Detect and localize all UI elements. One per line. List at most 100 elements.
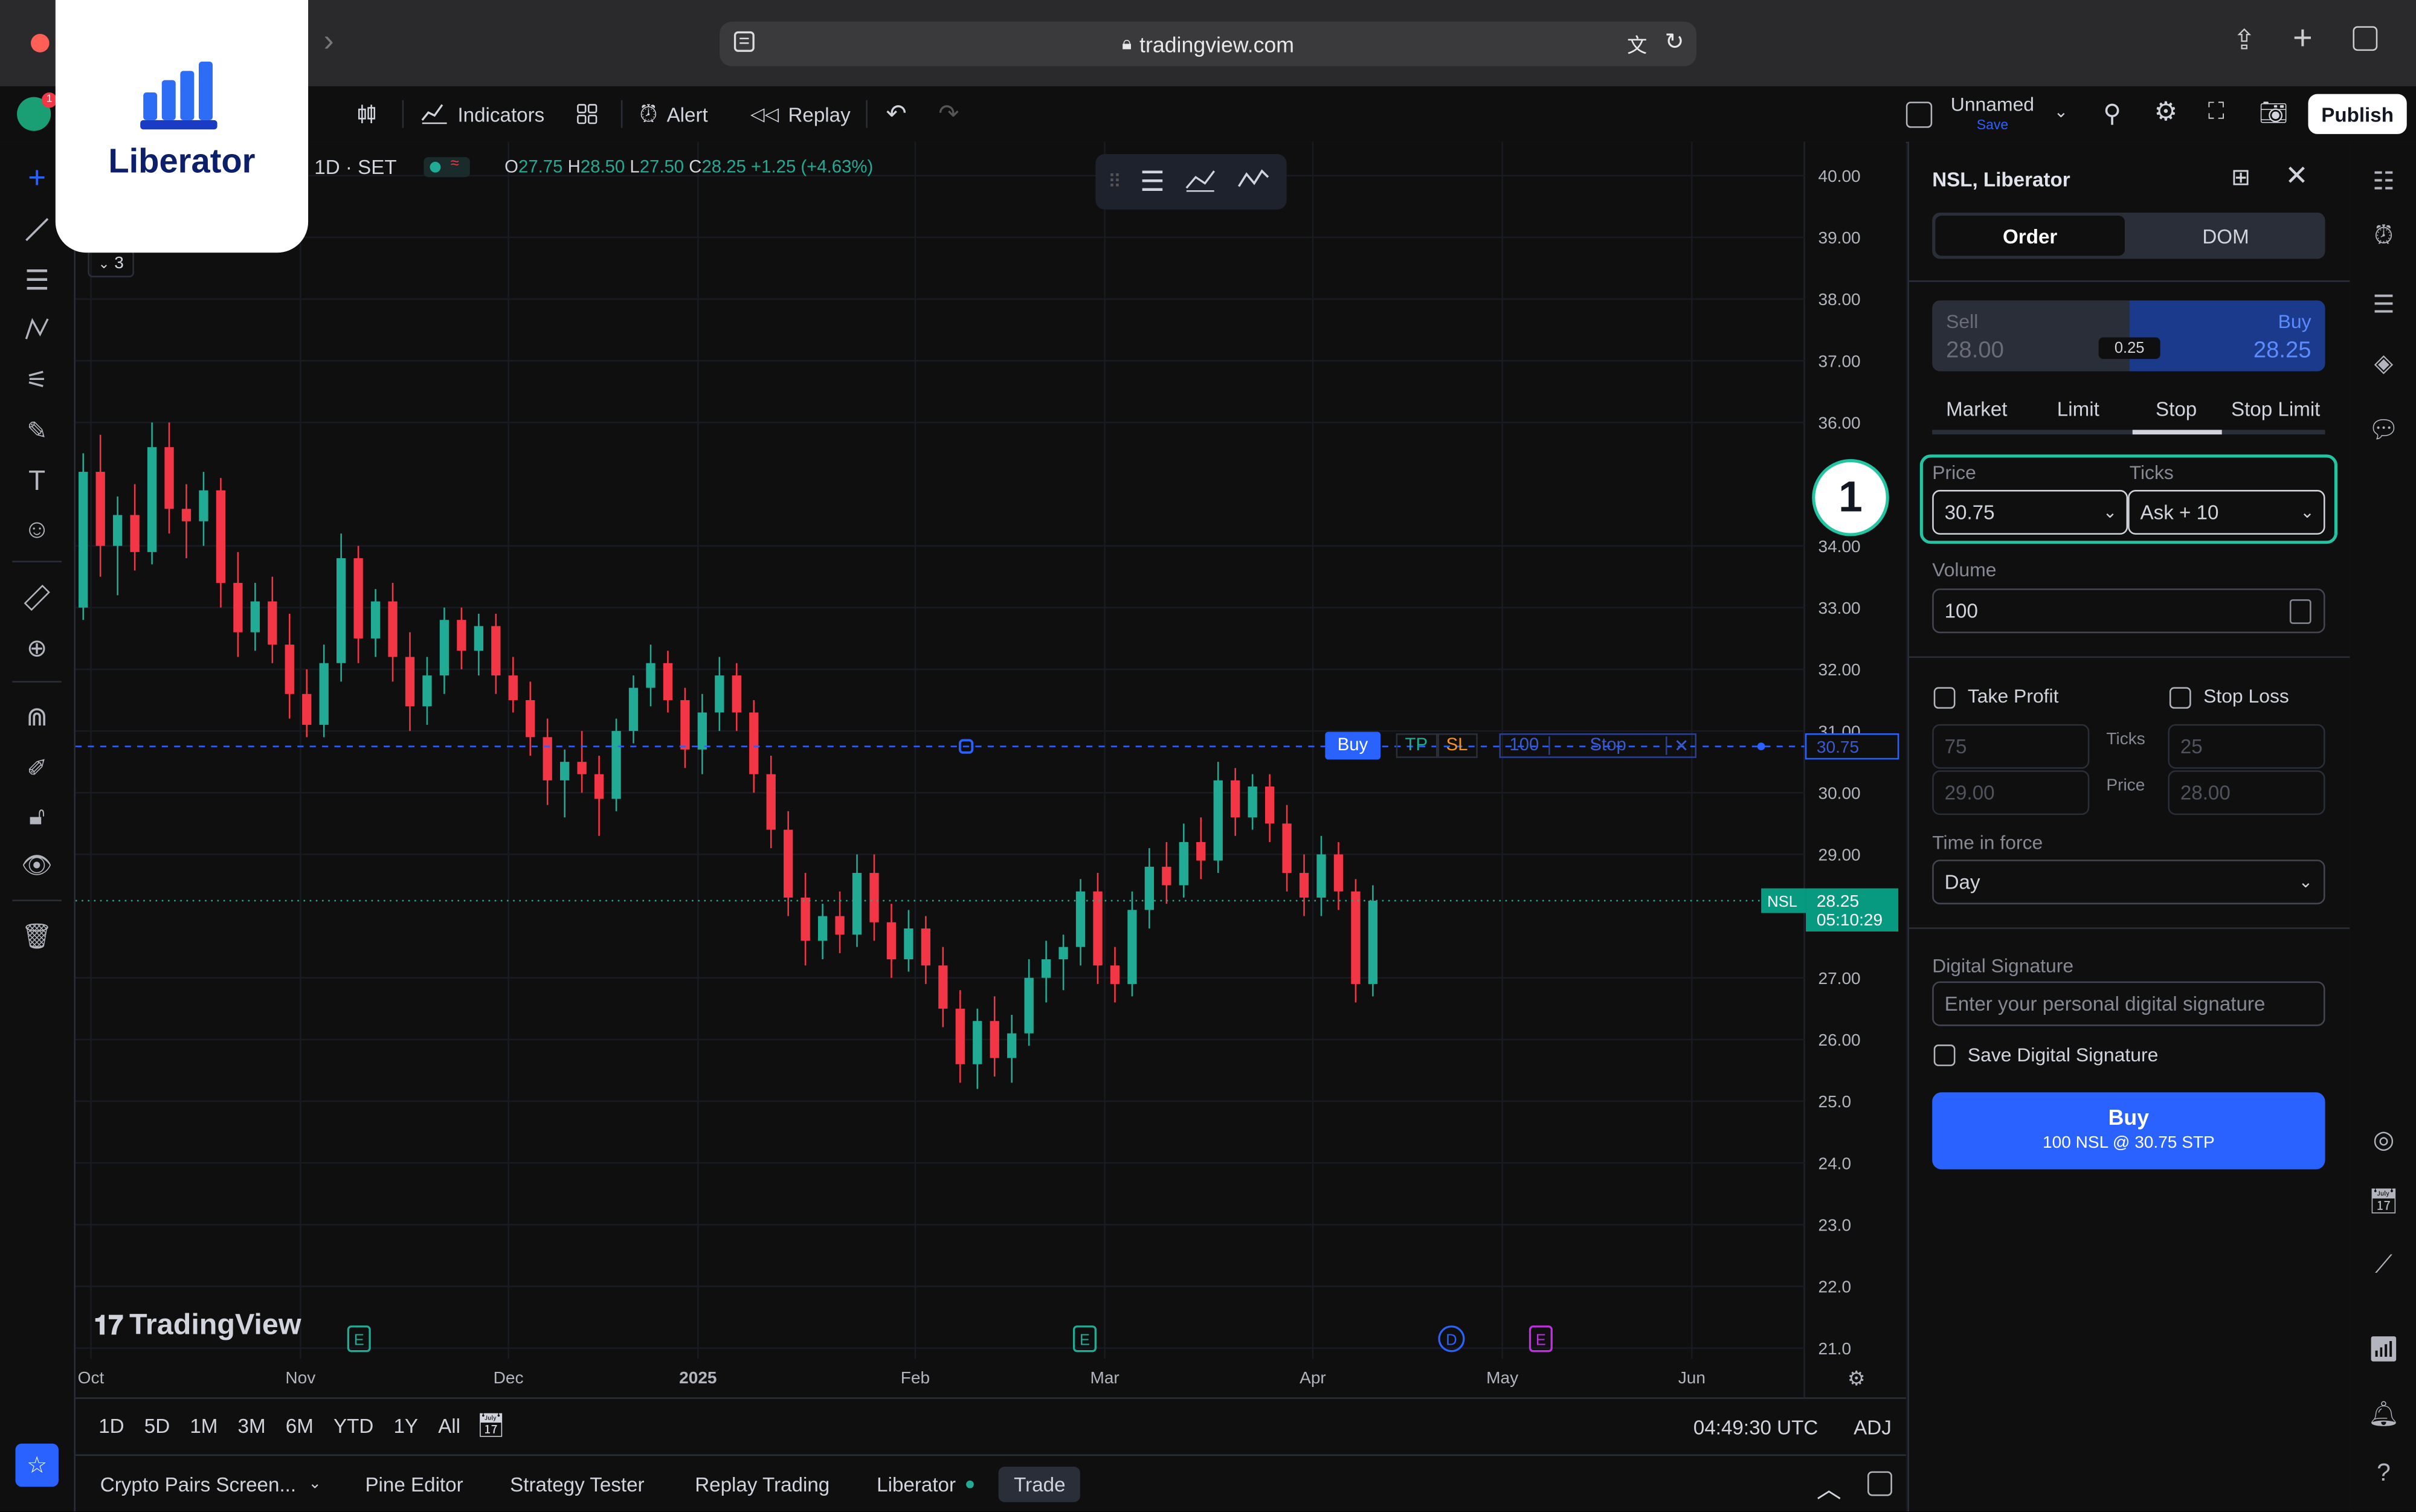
candle-body[interactable] (1196, 841, 1206, 861)
candle-body[interactable] (526, 700, 535, 738)
help-icon[interactable]: ? (2365, 1456, 2402, 1493)
interval-exchange[interactable]: 1D · SET (314, 156, 396, 179)
candle-body[interactable] (852, 873, 862, 935)
signature-input[interactable]: Enter your personal digital signature (1932, 981, 2325, 1026)
tab-order[interactable]: Order (1935, 216, 2125, 256)
candle-body[interactable] (904, 928, 913, 960)
layout-name-button[interactable]: Unnamed Save (1951, 95, 2034, 135)
range-1d[interactable]: 1D (98, 1414, 124, 1437)
alert-button[interactable]: ⏰︎ Alert (639, 86, 707, 142)
chevron-down-icon[interactable]: ⌄ (2300, 502, 2315, 523)
close-window-button[interactable] (31, 34, 50, 53)
candle-body[interactable] (886, 922, 897, 960)
candle-body[interactable] (95, 472, 105, 546)
order-type-stop[interactable]: Stop (2156, 397, 2197, 420)
take-profit-checkbox[interactable] (1933, 687, 1956, 709)
candle-body[interactable] (491, 626, 501, 676)
quick-search-icon[interactable]: ⚲ (2103, 98, 2121, 129)
share-icon[interactable]: ⇪ (2233, 25, 2256, 57)
trend-line-icon[interactable] (19, 211, 56, 248)
sell-button[interactable]: Sell 28.00 (1932, 300, 2130, 372)
candle-body[interactable] (697, 712, 707, 750)
layout-icon[interactable] (1905, 101, 1933, 128)
candle-body[interactable] (646, 663, 656, 688)
candle-body[interactable] (1162, 866, 1171, 886)
candle-body[interactable] (164, 447, 174, 509)
candle-body[interactable] (663, 663, 673, 701)
candles-icon[interactable] (355, 86, 379, 142)
camera-icon[interactable]: 📷︎ (2259, 98, 2289, 126)
candle-body[interactable] (766, 774, 776, 830)
path-icon[interactable] (1184, 164, 1217, 200)
candle-body[interactable] (147, 447, 157, 552)
wave-icon[interactable] (1235, 164, 1269, 200)
tab-strategy-tester[interactable]: Strategy Tester (495, 1467, 660, 1502)
order-type-stop-limit[interactable]: Stop Limit (2231, 397, 2320, 420)
layers-icon[interactable]: ◈ (2365, 345, 2402, 382)
undo-icon[interactable]: ↶ (886, 86, 906, 142)
candle-body[interactable] (715, 675, 724, 713)
close-order-icon[interactable]: ✕ (1668, 735, 1695, 757)
candle-body[interactable] (216, 490, 226, 583)
trash-icon[interactable]: 🗑︎ (19, 918, 56, 955)
candle-body[interactable] (199, 490, 208, 521)
gear-icon[interactable]: ⚙ (2154, 97, 2177, 128)
maximize-icon[interactable] (1867, 1471, 1892, 1496)
candle-body[interactable] (921, 928, 931, 966)
horizontal-lines-icon[interactable]: ☰ (1140, 166, 1165, 198)
forward-icon[interactable]: › (324, 25, 334, 60)
tab-replay-trading[interactable]: Replay Trading (680, 1467, 845, 1502)
drag-handle-icon[interactable]: ⠿ (1108, 171, 1121, 193)
axis-settings-icon[interactable]: ⚙ (1847, 1366, 1866, 1390)
candle-body[interactable] (938, 965, 948, 1009)
candle-body[interactable] (508, 675, 518, 701)
lock-drawings-icon[interactable]: 🔓︎ (19, 800, 56, 837)
sl-label[interactable]: SL (1437, 733, 1477, 758)
text-icon[interactable]: T (19, 462, 56, 499)
volume-input[interactable]: 100 (1932, 588, 2325, 634)
target-icon[interactable]: ◎ (2365, 1122, 2402, 1159)
chevron-down-icon[interactable]: ⌄ (2054, 101, 2069, 122)
replay-button[interactable]: ◁◁ Replay (750, 86, 851, 142)
tab-crypto-screener[interactable]: Crypto Pairs Screen... ⌄ (85, 1467, 337, 1502)
templates-icon[interactable] (575, 86, 599, 142)
sl-price-input[interactable]: 28.00 (2168, 770, 2325, 816)
candle-body[interactable] (233, 582, 243, 632)
candle-body[interactable] (577, 762, 587, 774)
chart-pane[interactable]: 40.00 39.00 38.00 37.00 36.00 34.00 33.00 32.00… (75, 141, 1906, 1398)
candle-body[interactable] (130, 515, 140, 552)
candle-body[interactable] (439, 620, 449, 676)
candle-body[interactable] (1316, 854, 1326, 898)
tp-ticks-input[interactable]: 75 (1932, 724, 2090, 769)
candle-body[interactable] (1368, 901, 1378, 984)
candle-body[interactable] (285, 645, 294, 694)
candle-body[interactable] (337, 558, 346, 663)
favorites-star-icon[interactable]: ☆ (15, 1443, 59, 1487)
candle-body[interactable] (1264, 787, 1275, 824)
ticks-select[interactable]: Ask + 10 ⌄ (2128, 490, 2325, 535)
stay-drawing-icon[interactable]: ✐ (19, 750, 56, 787)
date-range-icon[interactable]: 📅︎ (476, 1411, 506, 1439)
chevron-down-icon[interactable]: ⌄ (2103, 502, 2118, 523)
url-bar[interactable]: 🔒︎ tradingview.com 文 ↻ (720, 21, 1696, 66)
tab-pine-editor[interactable]: Pine Editor (350, 1467, 478, 1502)
tab-liberator[interactable]: Liberator (862, 1467, 990, 1502)
calendar-icon[interactable]: 📅︎ (2365, 1183, 2402, 1220)
candle-body[interactable] (457, 620, 466, 651)
fullscreen-icon[interactable]: ⛶ (2208, 98, 2224, 124)
candle-body[interactable] (353, 558, 363, 639)
grid-icon[interactable]: ⊞ (2231, 163, 2250, 191)
candle-body[interactable] (611, 731, 621, 799)
order-type-market[interactable]: Market (1946, 397, 2007, 420)
order-side-label[interactable]: Buy (1325, 732, 1380, 760)
candle-body[interactable] (319, 663, 329, 725)
chevron-down-icon[interactable]: ⌄ (2299, 872, 2313, 892)
candle-body[interactable] (1213, 780, 1223, 861)
save-signature-checkbox[interactable] (1933, 1044, 1956, 1066)
order-dot[interactable] (1757, 742, 1765, 751)
redo-icon[interactable]: ↷ (938, 86, 959, 142)
range-ytd[interactable]: YTD (333, 1414, 373, 1437)
candle-body[interactable] (1093, 891, 1103, 966)
candle-body[interactable] (1179, 841, 1188, 886)
candle-body[interactable] (817, 916, 828, 941)
